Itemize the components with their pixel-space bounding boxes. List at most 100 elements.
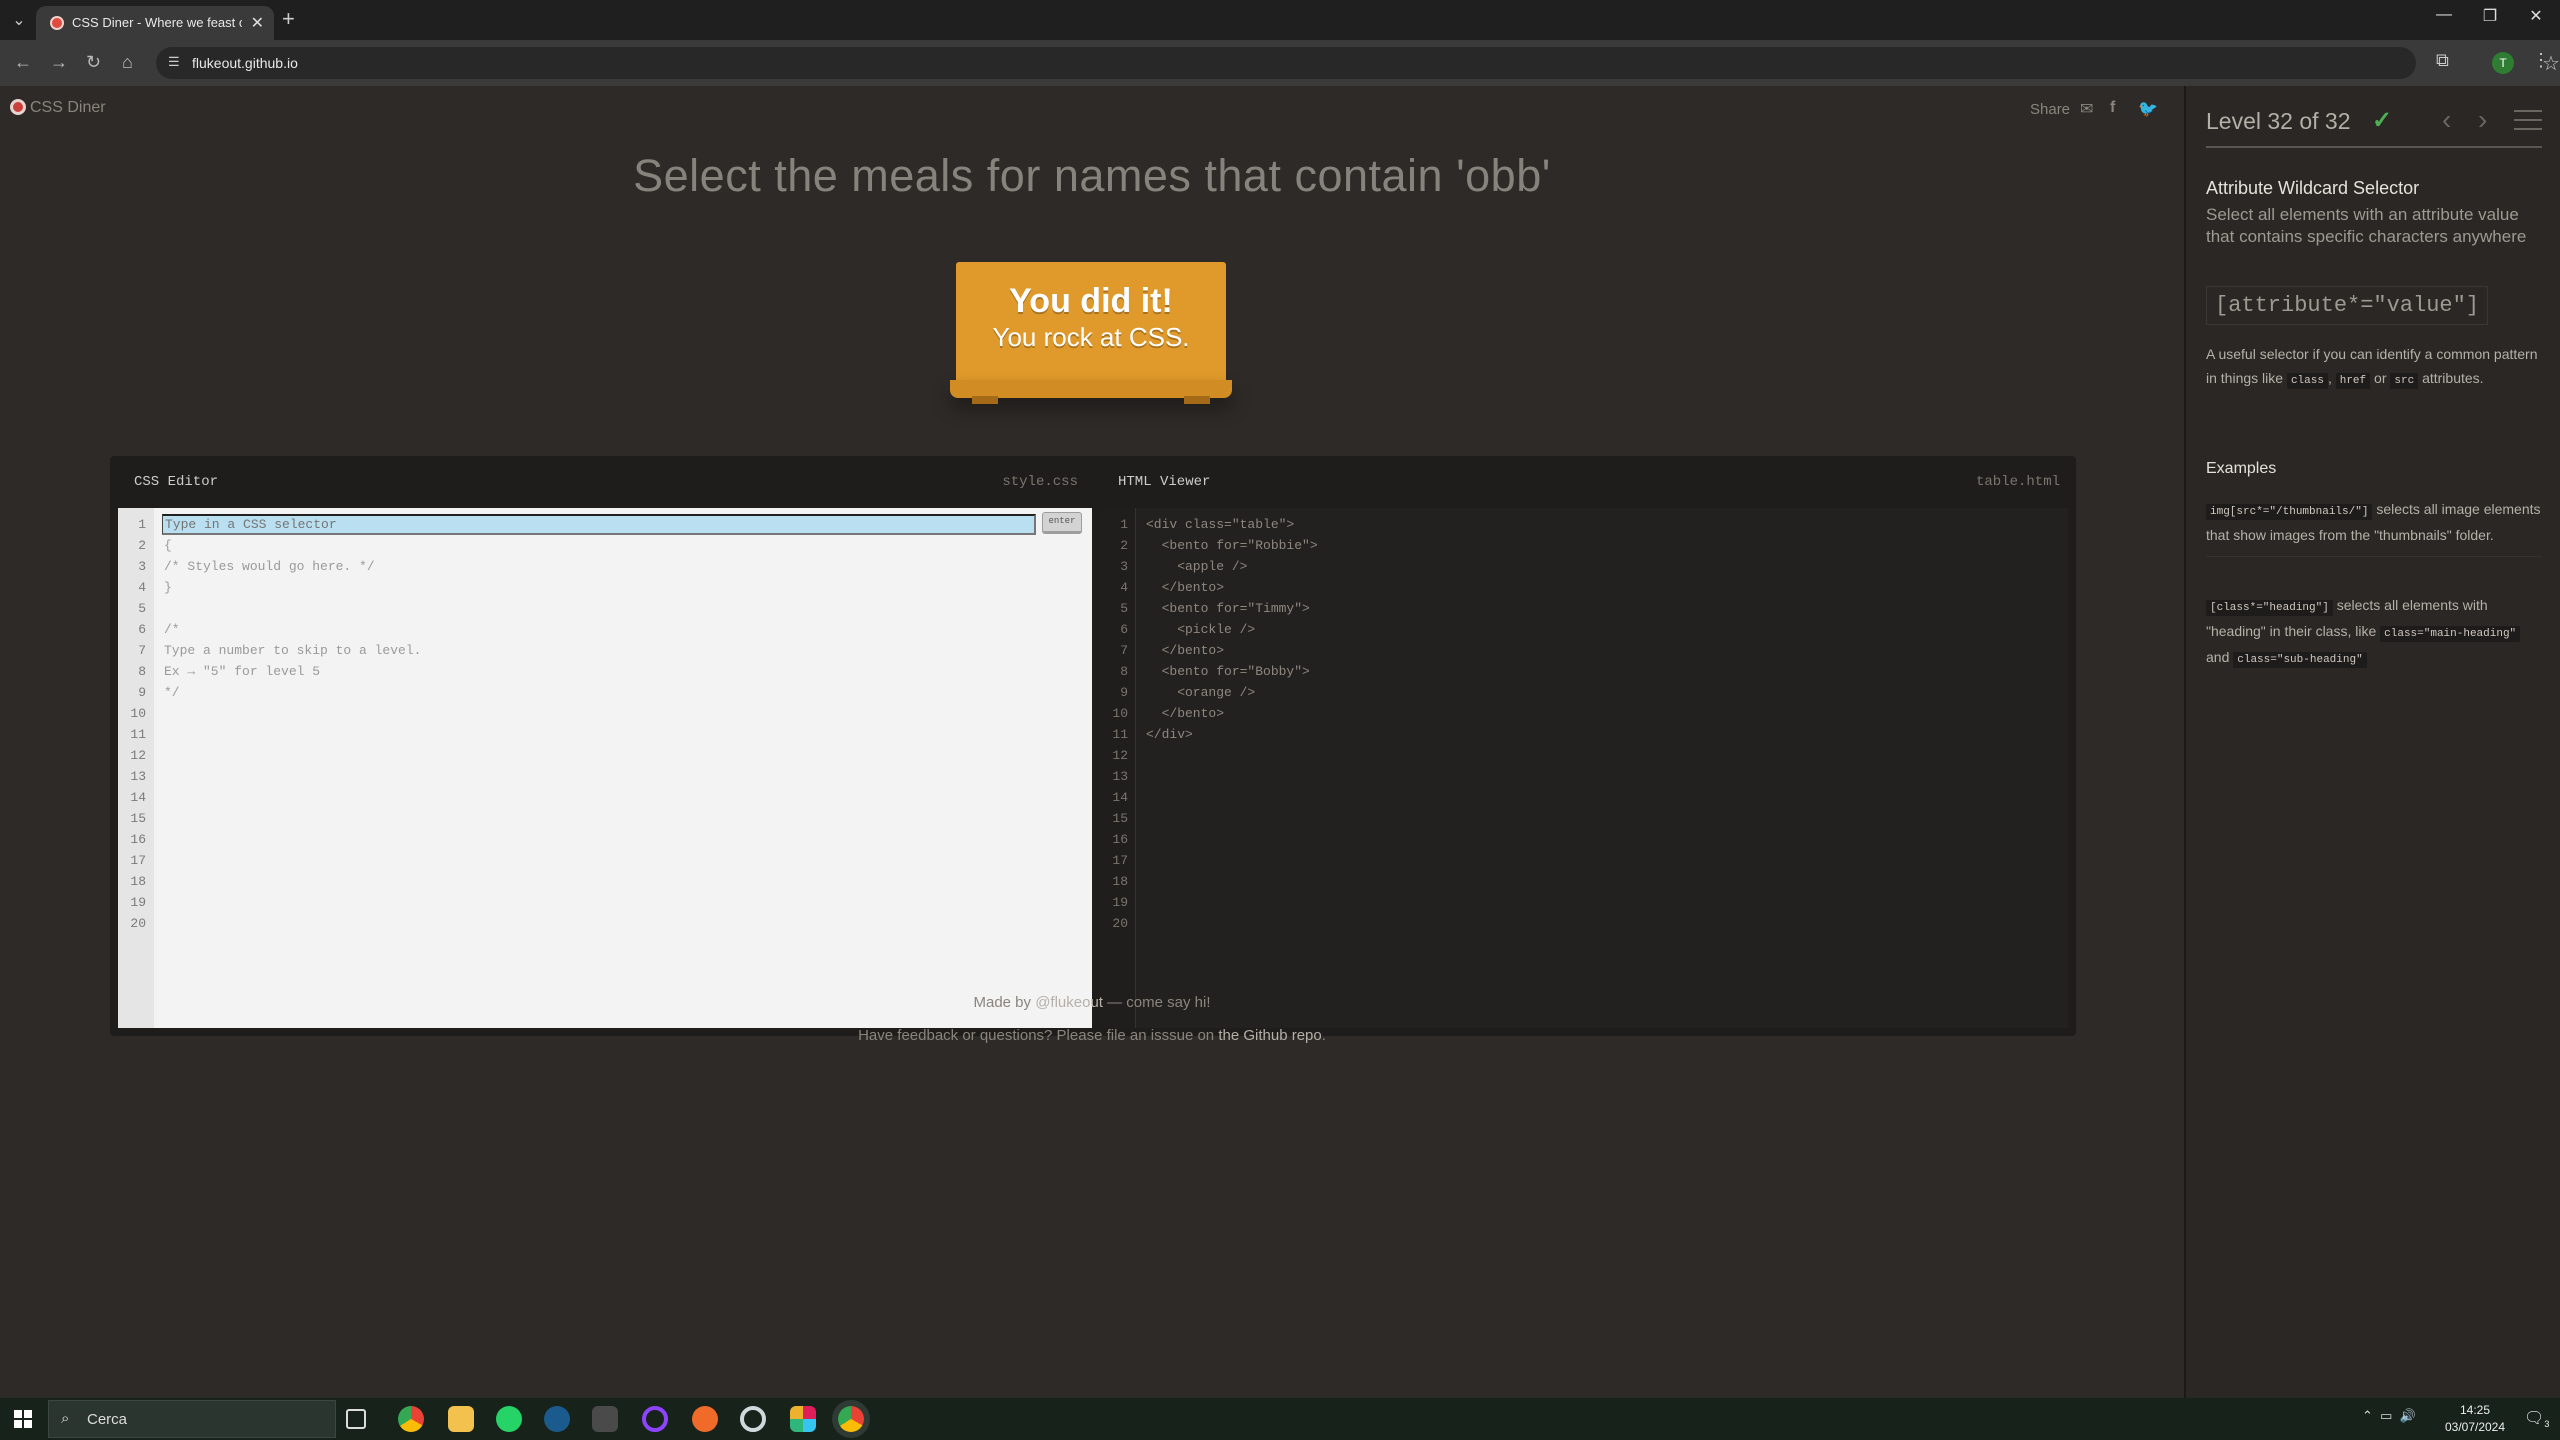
slack-icon[interactable] xyxy=(790,1406,816,1432)
github-repo-link[interactable]: the Github repo xyxy=(1218,1027,1321,1044)
made-by-suffix: — come say hi! xyxy=(1107,994,1211,1011)
line-number: 10 xyxy=(130,706,146,721)
line-number: 5 xyxy=(1120,601,1128,616)
line-number: 5 xyxy=(138,601,146,616)
css-diner-page: CSS Diner Share ✉ f 🐦 Select the meals f… xyxy=(0,86,2184,1398)
line-number: 7 xyxy=(1120,643,1128,658)
steam-icon[interactable] xyxy=(544,1406,570,1432)
table-leg xyxy=(972,396,998,404)
code-line: Type a number to skip to a level. xyxy=(164,643,422,658)
line-number: 17 xyxy=(130,853,146,868)
hint-text-end: attributes. xyxy=(2422,370,2484,386)
css-diner-favicon-icon xyxy=(50,16,64,30)
line-number: 15 xyxy=(130,811,146,826)
notification-count: 3 xyxy=(2544,1419,2550,1430)
browser-tab[interactable]: CSS Diner - Where we feast on ✕ xyxy=(36,6,274,40)
code-line: <apple /> xyxy=(1146,559,1248,574)
hint-chip-href: href xyxy=(2335,373,2371,389)
back-arrow-icon[interactable]: ← xyxy=(14,52,32,73)
selector-title: Select all elements with an attribute va… xyxy=(2206,205,2527,246)
restore-button[interactable]: ❐ xyxy=(2470,6,2510,26)
example-code: class="sub-heading" xyxy=(2233,652,2367,668)
line-number: 1 xyxy=(1120,517,1128,532)
system-tray[interactable]: ⌃ ▭ 🔊 xyxy=(2362,1408,2416,1424)
browser-menu-icon[interactable]: ⋮ xyxy=(2532,50,2550,71)
example-code: class="main-heading" xyxy=(2380,626,2521,642)
twitter-icon[interactable]: 🐦 xyxy=(2138,99,2158,118)
line-number: 18 xyxy=(1112,874,1128,889)
code-line: } xyxy=(164,580,172,595)
example-item: [class*="heading"] selects all elements … xyxy=(2206,592,2542,678)
facebook-icon[interactable]: f xyxy=(2110,99,2130,117)
line-number: 1 xyxy=(138,517,146,532)
chrome-active-icon[interactable] xyxy=(838,1406,864,1432)
code-line: <pickle /> xyxy=(1146,622,1256,637)
line-number: 12 xyxy=(130,748,146,763)
line-number: 9 xyxy=(1120,685,1128,700)
site-info-icon[interactable]: ☰ xyxy=(168,54,180,70)
html-viewer-pane: 1 2 3 4 5 6 7 8 9 10 11 12 13 14 15 16 17 18 19 20 <div cla… xyxy=(1100,508,2068,1028)
credits-line-1: Made by @flukeout — come say hi! xyxy=(0,986,2184,1019)
css-selector-input[interactable] xyxy=(162,514,1036,535)
level-menu-icon[interactable] xyxy=(2514,110,2542,130)
app-circle-icon[interactable] xyxy=(740,1406,766,1432)
clock[interactable]: 14:25 03/07/2024 xyxy=(2430,1402,2520,1436)
windows-start-icon[interactable] xyxy=(14,1410,32,1428)
address-bar[interactable]: ☰ flukeout.github.io ☆ xyxy=(156,47,2560,79)
app-icon[interactable] xyxy=(592,1406,618,1432)
example-item: img[src*="/thumbnails/"] selects all ima… xyxy=(2206,496,2542,557)
line-number: 19 xyxy=(130,895,146,910)
forward-arrow-icon[interactable]: → xyxy=(50,52,68,73)
line-number: 8 xyxy=(1120,664,1128,679)
line-number: 8 xyxy=(138,664,146,679)
whatsapp-icon[interactable] xyxy=(496,1406,522,1432)
line-number: 16 xyxy=(130,832,146,847)
code-line: { xyxy=(164,538,172,553)
home-icon[interactable]: ⌂ xyxy=(122,52,133,73)
author-link[interactable]: @flukeout xyxy=(1035,994,1103,1011)
line-number: 16 xyxy=(1112,832,1128,847)
selector-hint: A useful selector if you can identify a … xyxy=(2206,342,2542,390)
css-editor-header: CSS Editor style.css xyxy=(110,456,1094,506)
hint-separator: , xyxy=(2327,370,2332,386)
chrome-icon[interactable] xyxy=(398,1406,424,1432)
code-line: */ xyxy=(164,685,180,700)
minimize-button[interactable]: — xyxy=(2424,6,2464,24)
browser-toolbar: ← → ↻ ⌂ ☰ flukeout.github.io ☆ xyxy=(0,40,2560,86)
profile-avatar[interactable]: T xyxy=(2492,52,2514,74)
credits-period: . xyxy=(1321,1027,1326,1044)
example-code: img[src*="/thumbnails/"] xyxy=(2206,504,2373,520)
app-ring-icon[interactable] xyxy=(642,1406,668,1432)
previous-level-icon[interactable]: ‹ xyxy=(2442,104,2451,136)
line-number: 15 xyxy=(1112,811,1128,826)
notification-icon[interactable]: 🗨3 xyxy=(2524,1408,2549,1429)
clock-time: 14:25 xyxy=(2459,1403,2491,1417)
extensions-puzzle-icon[interactable]: ⧉ xyxy=(2436,50,2449,71)
url-text[interactable]: flukeout.github.io xyxy=(192,55,298,71)
hint-chip-class: class xyxy=(2286,373,2328,389)
email-icon[interactable]: ✉ xyxy=(2080,99,2100,118)
tab-title: CSS Diner - Where we feast on xyxy=(72,15,242,30)
task-view-icon[interactable] xyxy=(346,1409,366,1429)
css-line-gutter: 1 2 3 4 5 6 7 8 9 10 11 12 13 14 15 16 17 18 19 20 xyxy=(118,508,154,1028)
enter-button[interactable]: enter xyxy=(1042,512,1082,534)
close-window-button[interactable]: ✕ xyxy=(2516,6,2556,26)
line-number: 2 xyxy=(1120,538,1128,553)
logo[interactable]: CSS Diner xyxy=(10,99,106,117)
win-subtitle: You rock at CSS. xyxy=(992,322,1190,352)
file-explorer-icon[interactable] xyxy=(448,1406,474,1432)
tab-search-chevron-icon[interactable]: ⌄ xyxy=(6,8,32,34)
code-line: <div class="table"> xyxy=(1146,517,1295,532)
tab-close-icon[interactable]: ✕ xyxy=(251,13,264,33)
game-launcher-icon[interactable] xyxy=(692,1406,718,1432)
line-number: 19 xyxy=(1112,895,1128,910)
line-number: 18 xyxy=(130,874,146,889)
level-progress-fill xyxy=(2206,146,2542,148)
new-tab-plus-icon[interactable]: + xyxy=(282,6,295,32)
made-by-text: Made by xyxy=(973,994,1032,1011)
examples-heading: Examples xyxy=(2206,460,2277,477)
table-leg xyxy=(1184,396,1210,404)
next-level-icon[interactable]: › xyxy=(2478,104,2487,136)
reload-icon[interactable]: ↻ xyxy=(86,52,101,73)
taskbar-search[interactable]: ⌕ Cerca xyxy=(48,1400,336,1438)
